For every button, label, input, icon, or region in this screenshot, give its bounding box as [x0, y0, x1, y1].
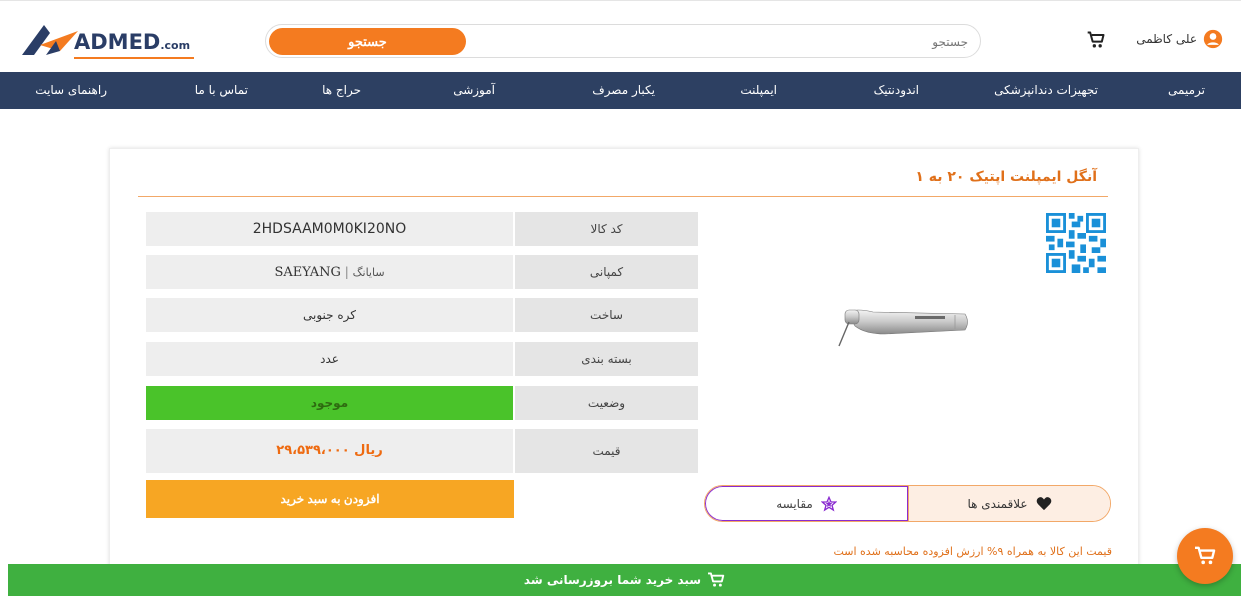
nav-item-auctions[interactable]: حراج ها: [322, 72, 361, 109]
notification-text: سبد خرید شما بروزرسانی شد: [523, 573, 702, 587]
spec-label-packaging: بسته بندی: [515, 342, 698, 376]
nav-item-guide[interactable]: راهنمای سایت: [35, 72, 107, 109]
spec-label-origin: ساخت: [515, 298, 698, 332]
nav-item-educational[interactable]: آموزشی: [453, 72, 495, 109]
user-icon: [1203, 29, 1223, 49]
nav-item-contact[interactable]: تماس با ما: [195, 72, 248, 109]
spec-value-packaging: عدد: [146, 342, 513, 376]
add-to-cart-button[interactable]: افزودن به سبد خرید: [146, 480, 514, 518]
spec-value-price: ۲۹،۵۳۹،۰۰۰ ریال: [146, 429, 513, 473]
logo-underline: [74, 57, 194, 59]
spec-value-origin: کره جنوبی: [146, 298, 513, 332]
vat-note: قیمت این کالا به همراه ۹% ارزش افزوده مح…: [833, 545, 1112, 558]
site-header: ADMED.com جستجو علی کاظمی: [0, 0, 1241, 72]
spec-label-status: وضعیت: [515, 386, 698, 420]
company-name-fa: سایانگ: [352, 266, 385, 279]
product-title: آنگل ایمپلنت اپتیک ۲۰ به ۱: [915, 169, 1097, 185]
favorites-label: علاقمندی ها: [967, 496, 1028, 511]
spec-value-code: 2HDSAAM0M0KI20NO: [146, 212, 513, 246]
main-nav: ترمیمی تجهیزات دندانپزشکی اندودنتیک ایمپ…: [0, 72, 1241, 109]
search-button[interactable]: جستجو: [269, 28, 466, 55]
nav-item-endodontics[interactable]: اندودنتیک: [874, 72, 919, 109]
nav-item-implant[interactable]: ایمپلنت: [740, 72, 777, 109]
floating-cart-button[interactable]: [1177, 528, 1233, 584]
heart-icon: [1036, 497, 1051, 511]
favorites-button[interactable]: علاقمندی ها: [908, 486, 1110, 521]
logo-wordmark: ADMED.com: [74, 30, 191, 54]
search-bar: جستجو: [265, 24, 981, 58]
spec-label-price: قیمت: [515, 429, 698, 473]
spec-value-company: SAEYANG | سایانگ: [146, 255, 513, 289]
nav-item-disposable[interactable]: یکبار مصرف: [592, 72, 655, 109]
cart-icon[interactable]: [1086, 30, 1106, 50]
site-logo[interactable]: ADMED.com: [20, 19, 200, 61]
compare-label: مقایسه: [776, 496, 813, 511]
nav-item-dental-equipment[interactable]: تجهیزات دندانپزشکی: [994, 72, 1098, 109]
status-badge: موجود: [146, 386, 513, 420]
spec-label-code: کد کالا: [515, 212, 698, 246]
user-name: علی کاظمی: [1136, 32, 1197, 46]
product-card: آنگل ایمپلنت اپتیک ۲۰ به ۱ کد کالا 2HDSA…: [109, 148, 1139, 568]
qr-code-icon: [1046, 213, 1106, 273]
cart-icon: [1195, 546, 1216, 565]
cart-icon: [708, 572, 725, 587]
title-divider: [138, 196, 1108, 197]
product-image: [838, 309, 968, 347]
company-name-en: SAEYANG: [274, 265, 341, 280]
nav-item-restorative[interactable]: ترمیمی: [1168, 72, 1205, 109]
product-actions: مقایسه علاقمندی ها: [704, 485, 1111, 522]
user-menu[interactable]: علی کاظمی: [1136, 29, 1223, 49]
company-separator: |: [344, 265, 349, 279]
spec-label-company: کمپانی: [515, 255, 698, 289]
star-icon: [820, 495, 837, 511]
compare-button[interactable]: مقایسه: [705, 486, 908, 521]
logo-icon: [22, 25, 78, 55]
cart-update-notification: سبد خرید شما بروزرسانی شد: [8, 564, 1241, 596]
search-input[interactable]: [488, 29, 968, 55]
